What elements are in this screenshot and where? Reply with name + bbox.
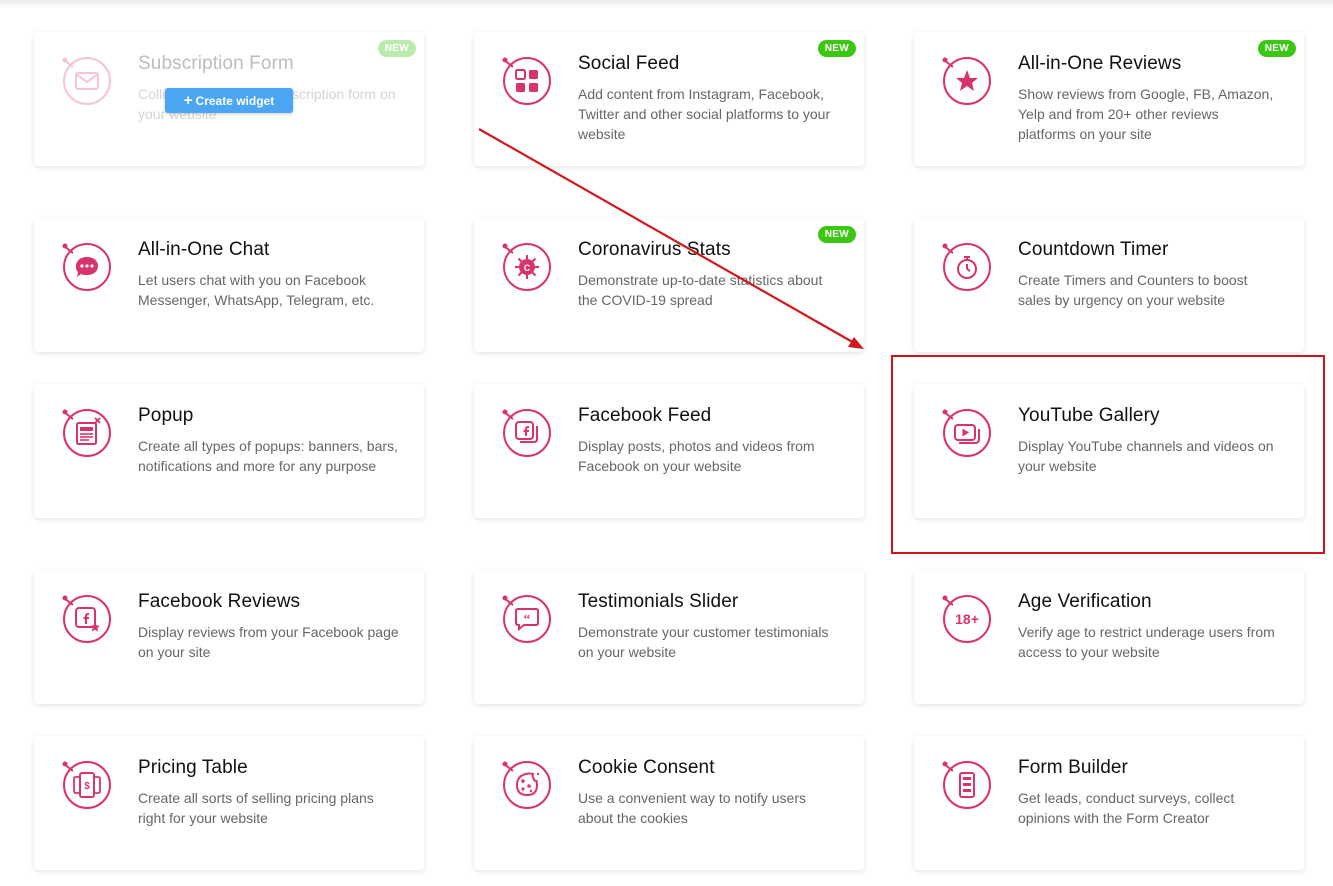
pricing-cards-icon: $	[61, 759, 113, 811]
card-title: Social Feed	[578, 53, 680, 74]
youtube-icon	[941, 407, 993, 459]
card-title: Testimonials Slider	[578, 591, 739, 612]
widget-card-form-builder[interactable]: Form Builder Get leads, conduct surveys,…	[914, 736, 1304, 870]
svg-text:“: “	[524, 611, 531, 626]
new-badge: NEW	[377, 40, 416, 57]
card-title: Facebook Reviews	[138, 591, 301, 612]
popup-icon	[61, 407, 113, 459]
widget-card-cookie-consent[interactable]: Cookie Consent Use a convenient way to n…	[474, 736, 864, 870]
widget-card-social-feed[interactable]: Social Feed Add content from Instagram, …	[474, 32, 864, 166]
card-title: Form Builder	[1018, 757, 1128, 778]
widget-card-coronavirus-stats[interactable]: C Coronavirus Stats Demonstrate up-to-da…	[474, 218, 864, 352]
card-title: All-in-One Reviews	[1018, 53, 1182, 74]
card-description: Display reviews from your Facebook page …	[138, 624, 399, 660]
new-badge: NEW	[817, 226, 856, 243]
card-description: Display posts, photos and videos from Fa…	[578, 438, 815, 474]
card-title: YouTube Gallery	[1018, 405, 1160, 426]
widget-card-all-in-one-reviews[interactable]: All-in-One Reviews Show reviews from Goo…	[914, 32, 1304, 166]
card-description: Demonstrate your customer testimonials o…	[578, 624, 829, 660]
card-description: Add content from Instagram, Facebook, Tw…	[578, 86, 831, 142]
card-description: Get leads, conduct surveys, collect opin…	[1018, 790, 1235, 826]
envelope-icon	[61, 55, 113, 107]
card-description: Show reviews from Google, FB, Amazon, Ye…	[1018, 86, 1274, 142]
facebook-star-icon	[61, 593, 113, 645]
form-stack-icon	[941, 759, 993, 811]
widget-card-facebook-reviews[interactable]: Facebook Reviews Display reviews from yo…	[34, 570, 424, 704]
card-title: All-in-One Chat	[138, 239, 270, 260]
card-title: Coronavirus Stats	[578, 239, 731, 260]
plus-icon: +	[183, 92, 193, 109]
create-widget-label: Create widget	[195, 94, 275, 108]
card-description: Create Timers and Counters to boost sale…	[1018, 272, 1248, 308]
card-description: Create all types of popups: banners, bar…	[138, 438, 398, 474]
card-title: Cookie Consent	[578, 757, 715, 778]
widget-card-youtube-gallery[interactable]: YouTube Gallery Display YouTube channels…	[914, 384, 1304, 518]
virus-icon: C	[501, 241, 553, 293]
age-18-icon: 18+	[941, 593, 993, 645]
svg-text:18+: 18+	[955, 611, 979, 627]
card-title: Popup	[138, 405, 194, 426]
star-icon	[941, 55, 993, 107]
widget-grid: Subscription Form Collect emails with a …	[0, 0, 1333, 886]
card-description: Let users chat with you on Facebook Mess…	[138, 272, 375, 308]
widget-card-all-in-one-chat[interactable]: All-in-One Chat Let users chat with you …	[34, 218, 424, 352]
widget-card-popup[interactable]: Popup Create all types of popups: banner…	[34, 384, 424, 518]
card-description: Demonstrate up-to-date statistics about …	[578, 272, 823, 308]
chat-bubble-icon	[61, 241, 113, 293]
widget-card-age-verification[interactable]: 18+ Age Verification Verify age to restr…	[914, 570, 1304, 704]
create-widget-button[interactable]: + Create widget	[165, 88, 293, 113]
card-description: Display YouTube channels and videos on y…	[1018, 438, 1274, 474]
widget-card-facebook-feed[interactable]: Facebook Feed Display posts, photos and …	[474, 384, 864, 518]
widget-card-pricing-table[interactable]: $ Pricing Table Create all sorts of sell…	[34, 736, 424, 870]
card-title: Subscription Form	[138, 53, 294, 74]
quote-bubble-icon: “	[501, 593, 553, 645]
card-description: Use a convenient way to notify users abo…	[578, 790, 807, 826]
card-description: Create all sorts of selling pricing plan…	[138, 790, 374, 826]
stopwatch-icon	[941, 241, 993, 293]
social-grid-icon	[501, 55, 553, 107]
card-title: Pricing Table	[138, 757, 248, 778]
cookie-icon	[501, 759, 553, 811]
widget-card-countdown-timer[interactable]: Countdown Timer Create Timers and Counte…	[914, 218, 1304, 352]
widget-card-testimonials-slider[interactable]: “ Testimonials Slider Demonstrate your c…	[474, 570, 864, 704]
card-description: Verify age to restrict underage users fr…	[1018, 624, 1275, 660]
card-title: Age Verification	[1018, 591, 1152, 612]
facebook-feed-icon	[501, 407, 553, 459]
new-badge: NEW	[817, 40, 856, 57]
card-title: Countdown Timer	[1018, 239, 1169, 260]
new-badge: NEW	[1257, 40, 1296, 57]
card-title: Facebook Feed	[578, 405, 712, 426]
svg-text:$: $	[84, 781, 90, 792]
svg-text:C: C	[524, 263, 531, 273]
widget-card-subscription-form[interactable]: Subscription Form Collect emails with a …	[34, 32, 424, 166]
